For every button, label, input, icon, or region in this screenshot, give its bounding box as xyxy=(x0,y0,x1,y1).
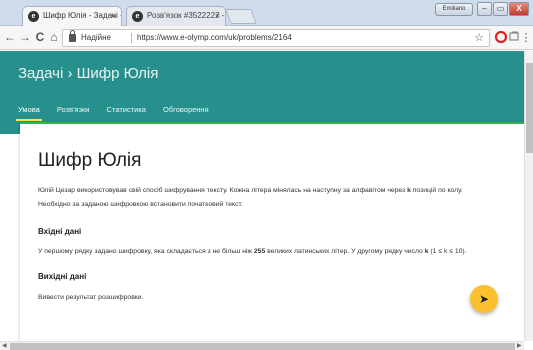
description-text-end: позицій по колу. xyxy=(410,187,463,194)
bookmark-star-icon[interactable]: ☆ xyxy=(474,30,484,46)
divider xyxy=(131,33,132,43)
input-text: У першому рядку задано шифровку, яка скл… xyxy=(38,248,254,255)
horizontal-scrollbar-thumb[interactable] xyxy=(10,343,515,350)
output-heading: Вихідні дані xyxy=(38,272,87,281)
tab-discussion[interactable]: Обговорення xyxy=(163,105,209,120)
new-tab-button[interactable] xyxy=(225,9,257,24)
horizontal-scrollbar[interactable]: ◀ ▶ xyxy=(0,341,524,350)
tab-statistics[interactable]: Статистика xyxy=(107,105,146,120)
scroll-left-icon[interactable]: ◀ xyxy=(2,342,7,349)
scroll-right-icon[interactable]: ▶ xyxy=(517,342,522,349)
lock-icon xyxy=(69,30,76,42)
close-tab-icon[interactable]: × xyxy=(111,7,116,25)
description-text: Юлій Цезар використовував свій спосіб ши… xyxy=(38,187,408,194)
input-description: У першому рядку задано шифровку, яка скл… xyxy=(38,248,467,255)
eolymp-favicon-icon: e xyxy=(132,11,143,22)
browser-tab-strip: e Шифр Юлія - Задачі - Ш × e Розв'язок #… xyxy=(0,0,533,26)
address-bar[interactable]: Надійне https://www.e-olymp.com/uk/probl… xyxy=(62,29,490,47)
secure-label: Надійне xyxy=(81,33,112,42)
page-title: Шифр Юлія xyxy=(38,150,142,171)
profile-button[interactable]: Emiliano xyxy=(435,3,473,16)
browser-toolbar: ← → C ⌂ Надійне https://www.e-olymp.com/… xyxy=(0,26,533,50)
problem-tabs: Умова Розв'язки Статистика Обговорення xyxy=(16,103,223,123)
input-heading: Вхідні дані xyxy=(38,227,82,236)
tab-statement[interactable]: Умова xyxy=(16,105,42,121)
close-window-button[interactable]: X xyxy=(509,2,529,16)
page-viewport: Задачі › Шифр Юлія Умова Розв'язки Стати… xyxy=(0,51,524,341)
home-icon[interactable]: ⌂ xyxy=(46,29,62,45)
browser-tab-active[interactable]: e Шифр Юлія - Задачі - Ш × xyxy=(22,6,122,26)
breadcrumb: Задачі › Шифр Юлія xyxy=(18,65,158,82)
vertical-scrollbar-thumb[interactable] xyxy=(526,63,533,153)
tab-solutions[interactable]: Розв'язки xyxy=(57,105,90,120)
input-limit: 255 xyxy=(253,248,266,255)
description-line-2: Необхідно за заданою шифровкою встановит… xyxy=(38,201,243,208)
forward-icon[interactable]: → xyxy=(17,29,33,45)
menu-icon[interactable]: ⋮ xyxy=(519,31,533,45)
problem-description: Юлій Цезар використовував свій спосіб ши… xyxy=(38,184,524,212)
eolymp-favicon-icon: e xyxy=(28,11,39,22)
opera-extension-icon[interactable] xyxy=(494,30,508,45)
browser-tab-inactive[interactable]: e Розв'язок #3522227 - Ш × xyxy=(126,6,226,26)
input-range: (1 ≤ k ≤ 10). xyxy=(428,248,467,255)
back-icon[interactable]: ← xyxy=(2,29,18,45)
problem-card: Шифр Юлія Юлій Цезар використовував свій… xyxy=(20,122,524,341)
output-description: Вивести результат розшифровки. xyxy=(38,294,144,301)
breadcrumb-section[interactable]: Задачі xyxy=(18,65,63,82)
maximize-button[interactable]: ▭ xyxy=(493,2,508,16)
submit-fab-button[interactable]: ➤ xyxy=(470,285,498,313)
breadcrumb-separator: › xyxy=(67,65,73,82)
url-text[interactable]: https://www.e-olymp.com/uk/problems/2164 xyxy=(137,30,292,46)
vertical-scrollbar[interactable] xyxy=(524,51,533,341)
close-tab-icon[interactable]: × xyxy=(215,7,220,25)
minimize-button[interactable]: – xyxy=(477,2,492,16)
input-text-mid: великих латинських літер. У другому рядк… xyxy=(265,248,425,255)
breadcrumb-current: Шифр Юлія xyxy=(76,65,159,82)
